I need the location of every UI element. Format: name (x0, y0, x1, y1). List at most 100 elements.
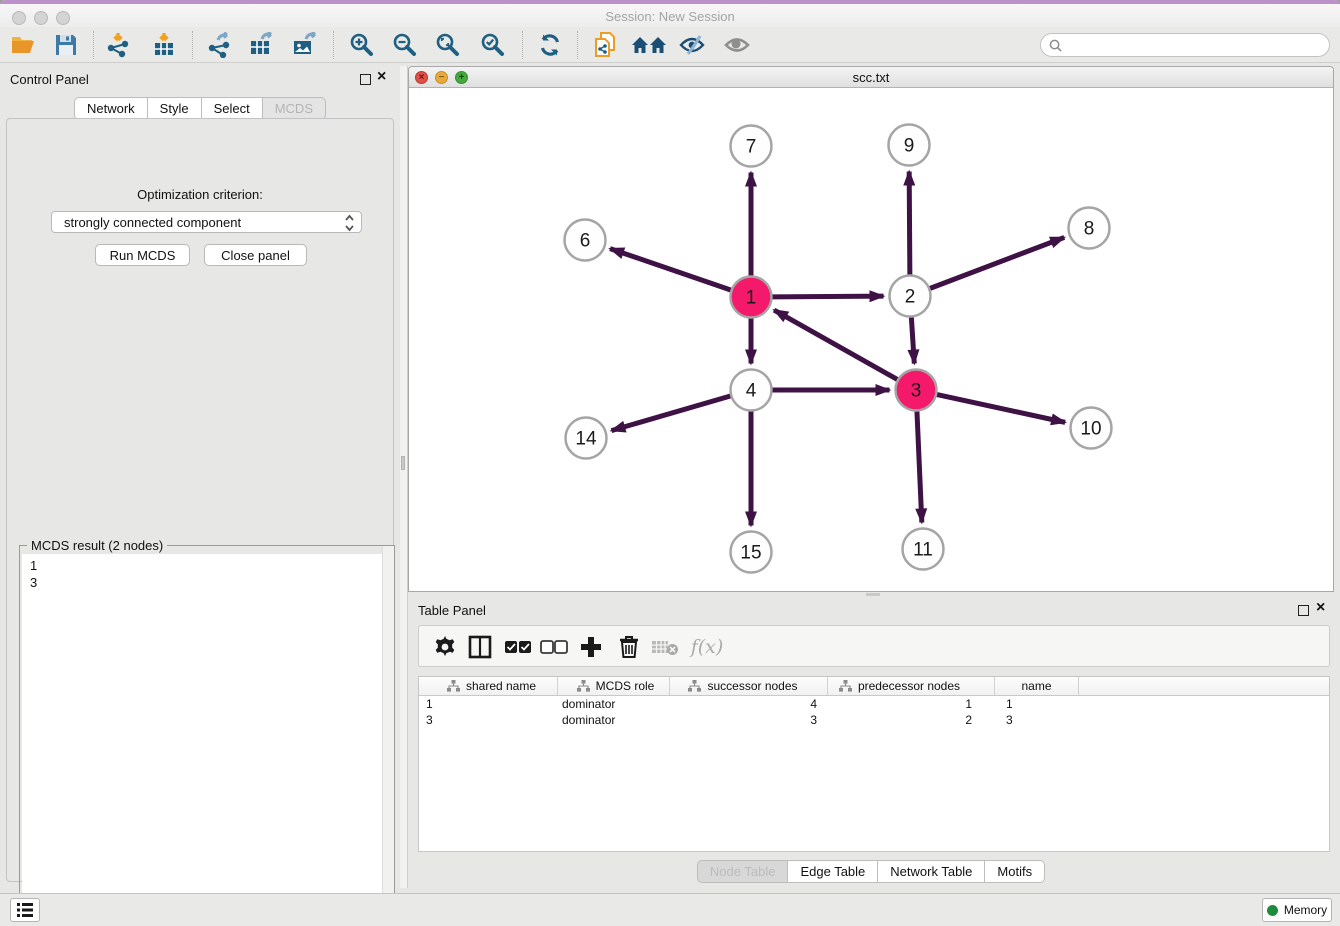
graph-edge-2-8[interactable] (930, 237, 1064, 288)
run-mcds-button[interactable]: Run MCDS (95, 244, 190, 266)
vertical-splitter[interactable] (400, 66, 408, 888)
graph-node-8[interactable]: 8 (1069, 208, 1110, 249)
toolbar-separator (522, 31, 523, 59)
node-table[interactable]: shared name MCDS role successor nodes pr… (418, 676, 1330, 852)
tab-network[interactable]: Network (74, 97, 148, 120)
graph-edge-3-10[interactable] (937, 395, 1065, 423)
close-panel-icon[interactable]: × (377, 69, 386, 85)
memory-status-icon (1267, 905, 1278, 916)
tab-mcds[interactable]: MCDS (263, 97, 326, 120)
graph-node-6[interactable]: 6 (565, 220, 606, 261)
close-panel-icon[interactable]: × (1316, 600, 1325, 616)
attribute-icon (447, 680, 460, 692)
graph-edge-1-6[interactable] (610, 249, 731, 290)
zoom-in-icon[interactable] (346, 29, 378, 61)
graph-node-4[interactable]: 4 (731, 370, 772, 411)
graph-node-2[interactable]: 2 (890, 276, 931, 317)
column-header[interactable]: name (995, 677, 1079, 695)
svg-text:9: 9 (904, 136, 915, 157)
control-panel-tabs: Network Style Select MCDS (0, 97, 400, 120)
show-graphics-details-icon[interactable] (721, 29, 753, 61)
tab-style[interactable]: Style (148, 97, 202, 120)
task-history-button[interactable] (10, 898, 40, 922)
main-toolbar (0, 27, 1340, 63)
table-row[interactable]: 3 dominator 3 2 3 (419, 712, 1329, 728)
table-tabs: Node Table Edge Table Network Table Moti… (408, 860, 1334, 883)
svg-text:4: 4 (746, 381, 757, 402)
select-all-icon[interactable] (502, 631, 534, 663)
first-neighbors-icon[interactable] (630, 29, 668, 61)
column-layout-icon[interactable] (464, 631, 496, 663)
graph-node-11[interactable]: 11 (903, 529, 944, 570)
import-network-icon[interactable] (102, 29, 134, 61)
import-table-icon[interactable] (148, 29, 180, 61)
column-header[interactable]: predecessor nodes (828, 677, 995, 695)
graph-node-9[interactable]: 9 (889, 125, 930, 166)
gear-icon[interactable] (429, 631, 461, 663)
graph-edge-1-2[interactable] (772, 296, 883, 297)
svg-text:10: 10 (1080, 419, 1101, 440)
toolbar-separator (577, 31, 578, 59)
svg-text:2: 2 (905, 287, 916, 308)
close-panel-button[interactable]: Close panel (204, 244, 307, 266)
search-field[interactable] (1040, 33, 1330, 57)
zoom-fit-icon[interactable] (432, 29, 464, 61)
column-header[interactable]: successor nodes (670, 677, 828, 695)
export-table-icon[interactable] (246, 29, 278, 61)
graph-node-10[interactable]: 10 (1071, 408, 1112, 449)
titlebar[interactable]: Session: New Session (0, 4, 1340, 27)
mcds-result-text[interactable]: 1 3 (22, 554, 394, 920)
optimization-criterion-select[interactable]: strongly connected component (51, 211, 362, 233)
graph-node-14[interactable]: 14 (566, 418, 607, 459)
table-header-row: shared name MCDS role successor nodes pr… (419, 677, 1329, 696)
memory-button[interactable]: Memory (1262, 898, 1332, 922)
add-icon[interactable] (575, 631, 607, 663)
tab-network-table[interactable]: Network Table (878, 860, 985, 883)
tab-motifs[interactable]: Motifs (985, 860, 1045, 883)
splitter-grip[interactable] (401, 456, 405, 470)
svg-text:11: 11 (913, 540, 933, 561)
delete-icon[interactable] (613, 631, 645, 663)
graph-edge-3-1[interactable] (774, 310, 897, 379)
graph-node-15[interactable]: 15 (731, 532, 772, 573)
open-session-icon[interactable] (8, 29, 40, 61)
tab-edge-table[interactable]: Edge Table (788, 860, 878, 883)
graph-edge-2-9[interactable] (909, 171, 910, 274)
tab-select[interactable]: Select (202, 97, 263, 120)
table-panel: Table Panel × f(x) (408, 597, 1334, 888)
column-header[interactable]: MCDS role (558, 677, 670, 695)
refresh-layout-icon[interactable] (534, 29, 566, 61)
result-scrollbar[interactable] (382, 546, 394, 920)
app-window: Session: New Session (0, 0, 1340, 926)
export-image-icon[interactable] (289, 29, 321, 61)
zoom-selected-icon[interactable] (477, 29, 509, 61)
graph-node-3[interactable]: 3 (896, 370, 937, 411)
column-header-filler (1079, 677, 1329, 695)
mcds-tab-content: Optimization criterion: strongly connect… (6, 118, 394, 882)
float-panel-icon[interactable] (360, 74, 371, 85)
export-network-icon[interactable] (204, 29, 236, 61)
save-session-icon[interactable] (50, 29, 82, 61)
network-graph[interactable]: 1 2 3 4 6 7 8 9 10 11 14 15 (409, 88, 1333, 591)
graph-edge-3-11[interactable] (917, 411, 922, 522)
network-canvas[interactable]: 1 2 3 4 6 7 8 9 10 11 14 15 (409, 88, 1333, 591)
search-input[interactable] (1067, 37, 1329, 53)
function-icon[interactable]: f(x) (685, 631, 729, 663)
graph-edge-2-3[interactable] (911, 317, 914, 363)
graph-node-1[interactable]: 1 (731, 277, 772, 318)
zoom-out-icon[interactable] (389, 29, 421, 61)
hide-graphics-details-icon[interactable] (676, 29, 708, 61)
svg-text:3: 3 (911, 381, 922, 402)
graph-node-7[interactable]: 7 (731, 126, 772, 167)
network-from-selection-icon[interactable] (589, 29, 621, 61)
graph-edge-4-14[interactable] (611, 396, 730, 431)
deselect-all-icon[interactable] (538, 631, 570, 663)
float-panel-icon[interactable] (1298, 605, 1309, 616)
chevron-up-down-icon (344, 213, 355, 233)
delete-table-icon[interactable] (649, 631, 681, 663)
network-window-titlebar[interactable]: × − + scc.txt (409, 67, 1333, 88)
column-header[interactable]: shared name (419, 677, 558, 695)
table-row[interactable]: 1 dominator 4 1 1 (419, 696, 1329, 712)
tab-node-table[interactable]: Node Table (697, 860, 789, 883)
splitter-grip[interactable] (866, 593, 880, 596)
